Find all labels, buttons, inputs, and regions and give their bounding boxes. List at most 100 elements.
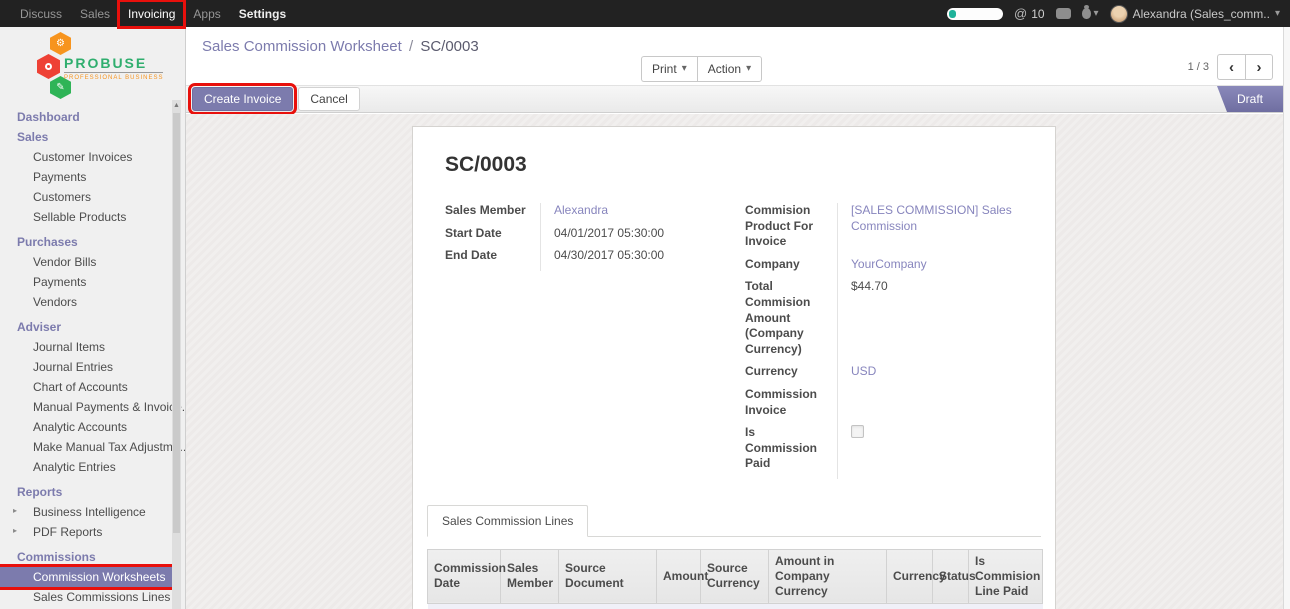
activities-badge[interactable]: @ 10	[1014, 6, 1045, 21]
field-value-total-commission-amount: $44.70	[837, 279, 1023, 364]
breadcrumb-parent-link[interactable]: Sales Commission Worksheet	[202, 38, 402, 55]
avatar	[1110, 5, 1128, 23]
field-label-commission-product: Commision Product For Invoice	[745, 203, 837, 257]
pager-previous-button[interactable]: ‹	[1217, 54, 1245, 80]
field-label-end-date: End Date	[445, 248, 540, 271]
action-buttons: Print ▾ Action ▾	[641, 56, 762, 82]
breadcrumb-separator: /	[406, 38, 416, 55]
table-row[interactable]: 04/20/2017 05:30:00 Alexandra CUST.IN/20…	[428, 603, 1043, 609]
menu-discuss[interactable]: Discuss	[12, 2, 70, 26]
sidebar-nav: Dashboard Sales Customer Invoices Paymen…	[0, 105, 185, 609]
field-value-end-date: 04/30/2017 05:30:00	[540, 248, 745, 271]
cell-member: Alexandra	[501, 603, 559, 609]
debug-menu[interactable]: ▾	[1082, 8, 1099, 19]
messages-icon[interactable]	[1056, 8, 1071, 19]
activities-count: 10	[1031, 7, 1044, 21]
cell-paid	[969, 603, 1043, 609]
caret-down-icon: ▾	[1275, 9, 1280, 19]
field-value-commission-product[interactable]: [SALES COMMISSION] Sales Commission	[851, 203, 1012, 233]
at-icon: @	[1014, 6, 1027, 21]
menu-apps[interactable]: Apps	[185, 2, 228, 26]
sidebar-item-customers[interactable]: Customers	[0, 187, 185, 207]
col-currency[interactable]: Currency	[887, 549, 933, 603]
app-menus: Discuss Sales Invoicing Apps Settings	[0, 2, 296, 26]
col-source-document[interactable]: Source Document	[559, 549, 657, 603]
sidebar-item-pdf-reports[interactable]: ▸PDF Reports	[0, 522, 185, 542]
sidebar-header-adviser: Adviser	[0, 317, 185, 337]
breadcrumb-current: SC/0003	[420, 38, 478, 55]
user-menu[interactable]: Alexandra (Sales_comm.. ▾	[1110, 5, 1280, 23]
sidebar-item-label: PDF Reports	[33, 525, 102, 539]
sidebar-item-analytic-entries[interactable]: Analytic Entries	[0, 457, 185, 477]
sidebar-item-chart-of-accounts[interactable]: Chart of Accounts	[0, 377, 185, 397]
pager-counter: 1 / 3	[1188, 61, 1209, 73]
sidebar-item-customer-invoices[interactable]: Customer Invoices	[0, 147, 185, 167]
sidebar-item-sellable-products[interactable]: Sellable Products	[0, 207, 185, 227]
field-value-sales-member[interactable]: Alexandra	[554, 203, 608, 217]
field-value-currency[interactable]: USD	[851, 364, 876, 378]
action-label: Action	[708, 62, 741, 76]
content-area: Sales Commission Worksheet / SC/0003 Pri…	[186, 27, 1283, 609]
page-scrollbar[interactable]	[1283, 27, 1290, 609]
print-button[interactable]: Print ▾	[641, 56, 697, 82]
sidebar: ⚙ ✎ PROBUSE PROFESSIONAL BUSINESS Dashbo…	[0, 27, 186, 609]
col-commission-date[interactable]: Commission Date	[428, 549, 501, 603]
sidebar-item-sales-commissions-lines[interactable]: Sales Commissions Lines	[0, 587, 185, 607]
col-is-commission-line-paid[interactable]: Is Commision Line Paid	[969, 549, 1043, 603]
field-group-left: Sales Member Alexandra Start Date 04/01/…	[445, 203, 745, 479]
field-label-start-date: Start Date	[445, 226, 540, 249]
sidebar-item-analytic-accounts[interactable]: Analytic Accounts	[0, 417, 185, 437]
menu-invoicing[interactable]: Invoicing	[120, 2, 183, 26]
col-source-currency[interactable]: Source Currency	[701, 549, 769, 603]
sidebar-header-sales: Sales	[0, 127, 185, 147]
cell-status: Draft	[933, 603, 969, 609]
bug-icon	[1082, 8, 1091, 19]
user-name: Alexandra (Sales_comm..	[1133, 7, 1270, 21]
field-value-start-date: 04/01/2017 05:30:00	[540, 226, 745, 249]
sidebar-item-commission-worksheets[interactable]: Commission Worksheets	[0, 567, 172, 587]
field-value-company[interactable]: YourCompany	[851, 257, 927, 271]
sidebar-header-reports: Reports	[0, 482, 185, 502]
is-commission-paid-checkbox[interactable]	[851, 425, 864, 438]
cancel-button[interactable]: Cancel	[298, 87, 359, 111]
form-view: SC/0003 Sales Member Alexandra Start Dat…	[186, 114, 1283, 609]
sidebar-item-payments-purchase[interactable]: Payments	[0, 272, 185, 292]
menu-sales[interactable]: Sales	[72, 2, 118, 26]
cell-date: 04/20/2017 05:30:00	[428, 603, 501, 609]
sidebar-item-journal-entries[interactable]: Journal Entries	[0, 357, 185, 377]
field-group-right: Commision Product For Invoice [SALES COM…	[745, 203, 1023, 479]
sidebar-scrollbar[interactable]: ▲	[172, 100, 181, 609]
expand-caret-icon: ▸	[13, 506, 17, 515]
scrollbar-thumb[interactable]	[173, 113, 180, 533]
magnifier-icon	[45, 63, 52, 70]
sidebar-item-journal-items[interactable]: Journal Items	[0, 337, 185, 357]
sidebar-item-tax-adjustments[interactable]: Make Manual Tax Adjustme...	[0, 437, 185, 457]
sidebar-item-label: Business Intelligence	[33, 505, 146, 519]
status-badge-draft: Draft	[1217, 86, 1283, 112]
pager-next-button[interactable]: ›	[1245, 54, 1273, 80]
menu-settings[interactable]: Settings	[231, 2, 294, 26]
sidebar-header-dashboard[interactable]: Dashboard	[0, 107, 185, 127]
col-amount[interactable]: Amount	[657, 549, 701, 603]
col-sales-member[interactable]: Sales Member	[501, 549, 559, 603]
field-label-total-commission-amount: Total Commision Amount (Company Currency…	[745, 279, 837, 364]
pager: 1 / 3 ‹ ›	[1188, 54, 1273, 80]
field-groups: Sales Member Alexandra Start Date 04/01/…	[413, 177, 1055, 479]
magnifier-hexagon-icon	[37, 54, 60, 79]
sidebar-item-vendors[interactable]: Vendors	[0, 292, 185, 312]
logo-title: PROBUSE	[64, 55, 163, 73]
sidebar-item-business-intelligence[interactable]: ▸ Business Intelligence	[0, 502, 185, 522]
cell-amount-company: 7.50	[769, 603, 887, 609]
field-label-company: Company	[745, 257, 837, 280]
sidebar-item-manual-payments[interactable]: Manual Payments & Invoice...	[0, 397, 185, 417]
create-invoice-button[interactable]: Create Invoice	[192, 87, 293, 111]
tab-sales-commission-lines[interactable]: Sales Commission Lines	[427, 505, 588, 537]
action-button[interactable]: Action ▾	[697, 56, 762, 82]
cell-src-currency: USD	[701, 603, 769, 609]
sidebar-item-vendor-bills[interactable]: Vendor Bills	[0, 252, 185, 272]
sidebar-item-payments[interactable]: Payments	[0, 167, 185, 187]
record-title: SC/0003	[445, 153, 1023, 177]
commission-lines-table: Commission Date Sales Member Source Docu…	[427, 549, 1043, 609]
col-amount-company-currency[interactable]: Amount in Company Currency	[769, 549, 887, 603]
scroll-up-icon[interactable]: ▲	[172, 100, 181, 112]
